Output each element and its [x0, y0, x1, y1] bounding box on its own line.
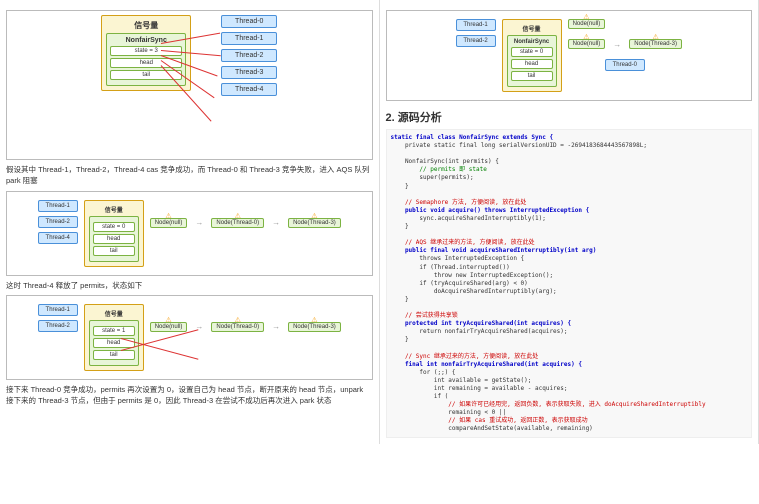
- head-field: head: [93, 234, 135, 244]
- thread-list: Thread-1 Thread-2: [456, 19, 496, 47]
- queue-node: Node(Thread-3): [288, 218, 341, 228]
- thread-list: Thread-1 Thread-2 Thread-4: [38, 200, 78, 244]
- node-chain: Node(null) Node(Thread-3): [568, 39, 682, 49]
- thread-box: Thread-1: [38, 200, 78, 212]
- thread-box: Thread-1: [38, 304, 78, 316]
- node-chain: Node(null) Node(Thread-0) Node(Thread-3): [150, 218, 341, 228]
- thread-box: Thread-0: [221, 15, 277, 28]
- queue-node: Node(null): [150, 218, 188, 228]
- queue-node: Node(Thread-0): [211, 322, 264, 332]
- thread-box: Thread-2: [38, 216, 78, 228]
- thread-box: Thread-2: [456, 35, 496, 47]
- arrow-icon: [270, 218, 282, 227]
- semaphore-box: 信号量 NonfairSync state = 3 head tail: [101, 15, 191, 91]
- diagram-3: Thread-1 Thread-2 信号量 state = 1 head tai…: [6, 295, 373, 380]
- left-column: 信号量 NonfairSync state = 3 head tail Thre…: [0, 0, 380, 444]
- state-field: state = 0: [93, 222, 135, 232]
- thread-box: Thread-3: [221, 66, 277, 79]
- thread-box: Thread-2: [221, 49, 277, 62]
- semaphore-title: 信号量: [507, 24, 557, 33]
- semaphore-title: 信号量: [89, 205, 139, 214]
- paragraph-1: 假设其中 Thread-1，Thread-2，Thread-4 cas 竞争成功…: [6, 164, 373, 187]
- thread-list: Thread-0 Thread-1 Thread-2 Thread-3 Thre…: [221, 15, 277, 96]
- thread-list: Thread-1 Thread-2: [38, 304, 78, 332]
- state-field: state = 1: [93, 326, 135, 336]
- diagram-2: Thread-1 Thread-2 Thread-4 信号量 state = 0…: [6, 191, 373, 276]
- sync-title: NonfairSync: [511, 39, 553, 45]
- thread-box: Thread-1: [456, 19, 496, 31]
- tail-field: tail: [93, 246, 135, 256]
- paragraph-2: 这时 Thread-4 释放了 permits，状态如下: [6, 280, 373, 291]
- tail-field: tail: [93, 350, 135, 360]
- queue-node: Node(Thread-3): [288, 322, 341, 332]
- queue-node: Node(null): [150, 322, 188, 332]
- state-field: state = 0: [511, 47, 553, 57]
- node-chain: Node(null) Node(Thread-0) Node(Thread-3): [150, 322, 341, 332]
- semaphore-box: 信号量 state = 1 head tail: [84, 304, 144, 371]
- thread-box: Thread-2: [38, 320, 78, 332]
- semaphore-title: 信号量: [106, 20, 186, 31]
- semaphore-title: 信号量: [89, 309, 139, 318]
- queue-node: Node(Thread-3): [629, 39, 682, 49]
- sync-box: state = 1 head tail: [89, 320, 139, 366]
- sync-box: NonfairSync state = 0 head tail: [507, 35, 557, 87]
- tail-field: tail: [511, 71, 553, 81]
- thread-box: Thread-4: [221, 83, 277, 96]
- semaphore-box: 信号量 NonfairSync state = 0 head tail: [502, 19, 562, 92]
- arrow-icon: [270, 322, 282, 331]
- right-column: Thread-1 Thread-2 信号量 NonfairSync state …: [380, 0, 759, 444]
- queue-node: Node(Thread-0): [211, 218, 264, 228]
- paragraph-3: 接下来 Thread-0 竞争成功，permits 再次设置为 0，设置自己为 …: [6, 384, 373, 407]
- queue-node: Node(null): [568, 39, 606, 49]
- queue-node-detached: Node(null): [568, 19, 606, 29]
- arrow-icon: [611, 40, 623, 49]
- semaphore-box: 信号量 state = 0 head tail: [84, 200, 144, 267]
- diagram-1: 信号量 NonfairSync state = 3 head tail Thre…: [6, 10, 373, 160]
- arrow-icon: [193, 218, 205, 227]
- thread-box: Thread-1: [221, 32, 277, 45]
- head-field: head: [511, 59, 553, 69]
- diagram-4: Thread-1 Thread-2 信号量 NonfairSync state …: [386, 10, 753, 101]
- thread-box: Thread-0: [605, 59, 645, 71]
- thread-box: Thread-4: [38, 232, 78, 244]
- sync-box: state = 0 head tail: [89, 216, 139, 262]
- code-block: static final class NonfairSync extends S…: [386, 129, 753, 438]
- section-heading: 2. 源码分析: [386, 109, 753, 125]
